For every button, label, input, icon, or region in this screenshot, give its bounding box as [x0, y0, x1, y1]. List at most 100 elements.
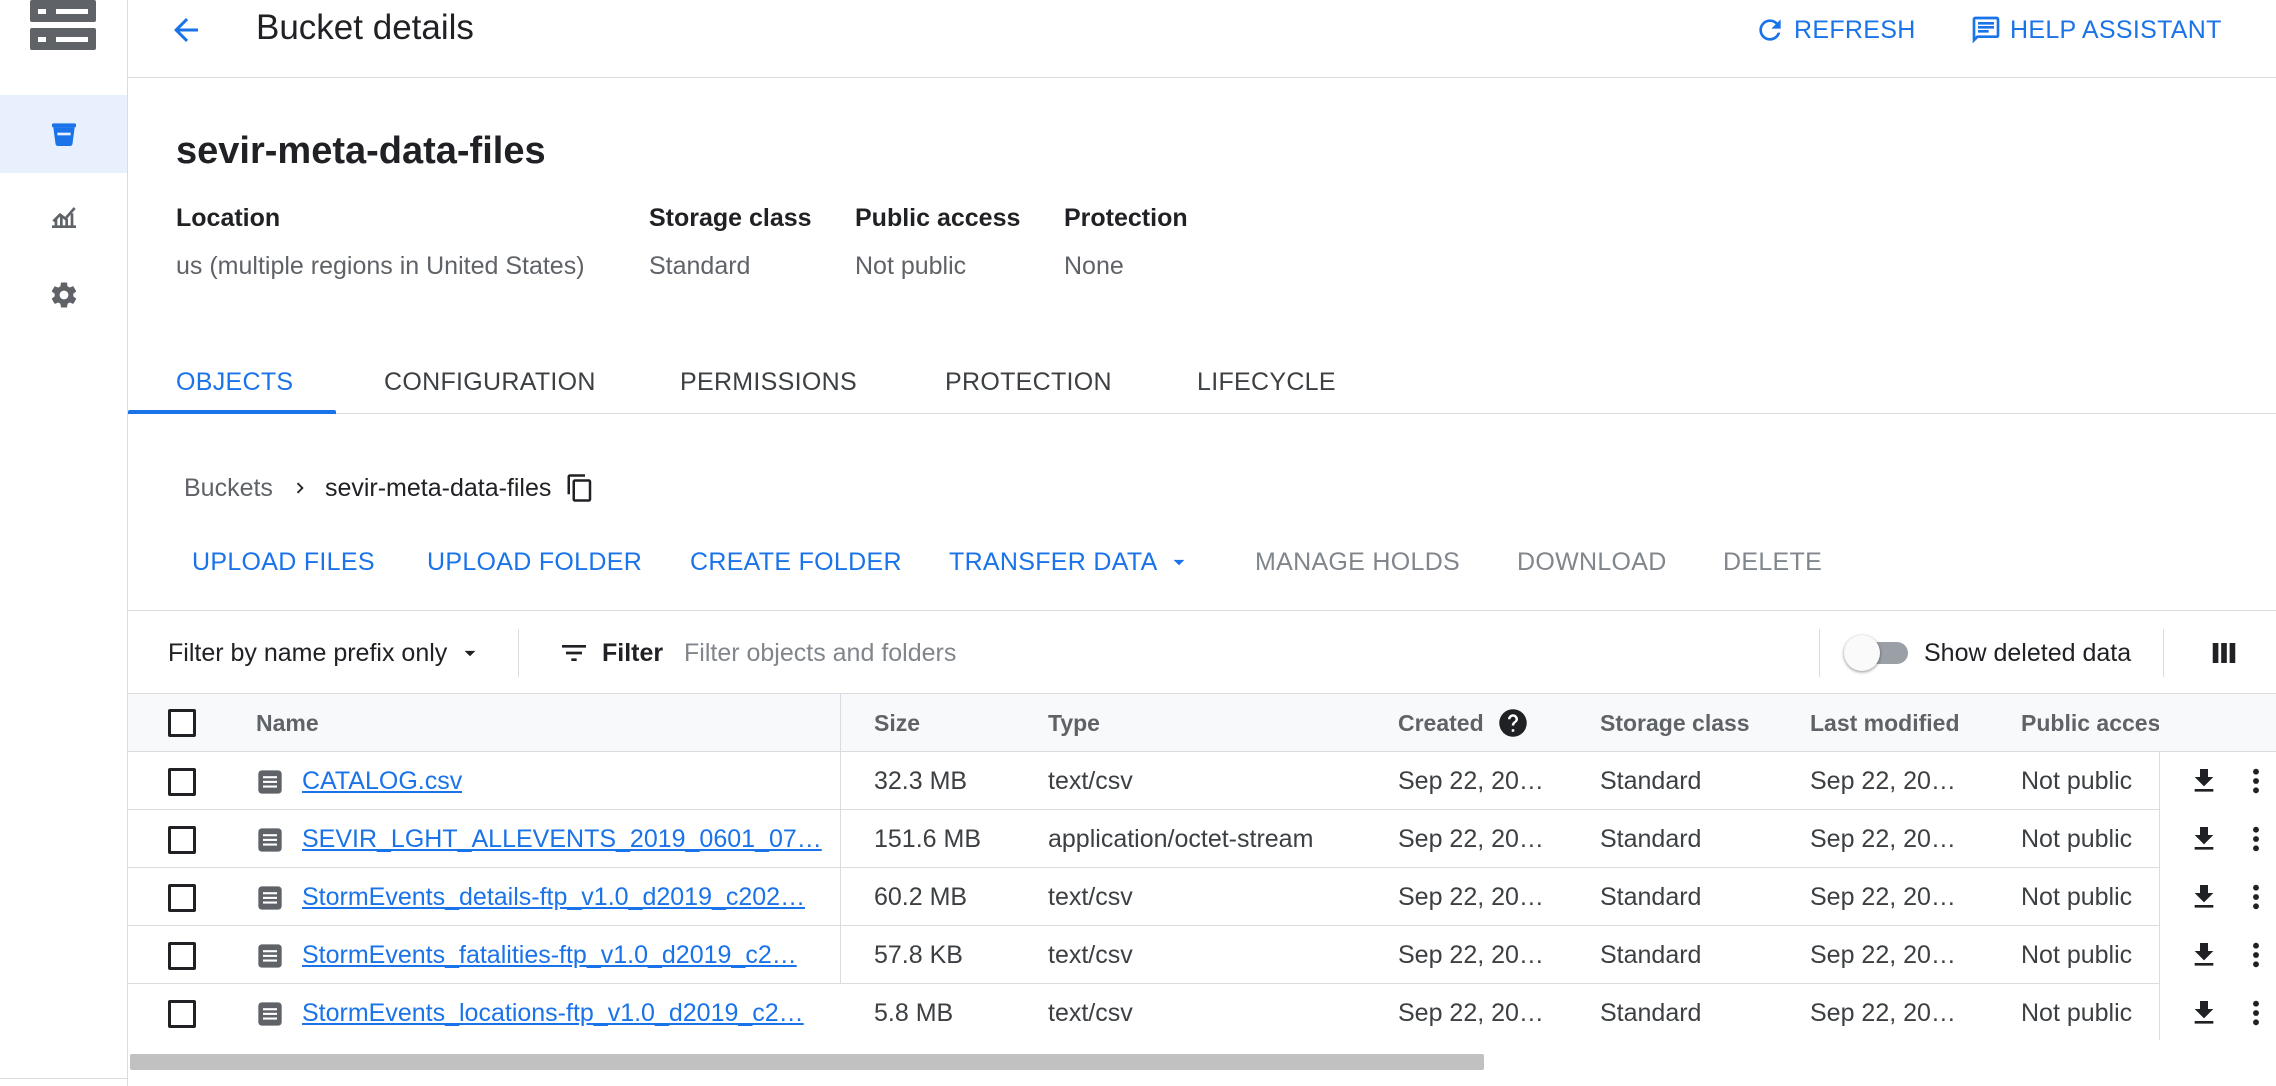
help-assistant-label: HELP ASSISTANT	[2010, 15, 2222, 44]
scrollbar-thumb[interactable]	[130, 1054, 1484, 1070]
object-name-link[interactable]: SEVIR_LGHT_ALLEVENTS_2019_0601_07…	[302, 810, 832, 868]
tab-label: LIFECYCLE	[1197, 367, 1336, 396]
more-vert-icon[interactable]	[2240, 939, 2272, 971]
cell-last-modified: Sep 22, 20…	[1810, 766, 1956, 795]
download-icon[interactable]	[2188, 881, 2220, 913]
cell-size: 57.8 KB	[874, 940, 963, 969]
left-nav-rail	[0, 0, 128, 1086]
column-header-created[interactable]: Created	[1398, 694, 1528, 752]
table-row: StormEvents_fatalities-ftp_v1.0_d2019_c2…	[128, 926, 2276, 984]
tab-lifecycle[interactable]: LIFECYCLE	[1197, 350, 1336, 414]
manage-holds-button[interactable]: MANAGE HOLDS	[1255, 540, 1460, 584]
column-header-size[interactable]: Size	[874, 694, 920, 752]
tab-objects[interactable]: OBJECTS	[176, 350, 293, 414]
column-header-name[interactable]: Name	[256, 694, 319, 752]
settings-icon	[51, 282, 76, 308]
more-vert-icon[interactable]	[2240, 765, 2272, 797]
tab-protection[interactable]: PROTECTION	[945, 350, 1112, 414]
table-horizontal-scrollbar[interactable]	[128, 1052, 2276, 1072]
column-header-created-label: Created	[1398, 709, 1484, 736]
cell-size: 60.2 MB	[874, 882, 968, 911]
object-name: StormEvents_details-ftp_v1.0_d2019_c202…	[302, 882, 806, 911]
column-display-options-button[interactable]	[2204, 633, 2244, 673]
download-icon[interactable]	[2188, 997, 2220, 1029]
cell-storage-class: Standard	[1600, 998, 1702, 1027]
object-name: SEVIR_LGHT_ALLEVENTS_2019_0601_07…	[302, 824, 822, 853]
tab-configuration[interactable]: CONFIGURATION	[384, 350, 596, 414]
back-button[interactable]	[164, 8, 208, 52]
delete-button[interactable]: DELETE	[1723, 540, 1822, 584]
nav-item-monitoring[interactable]	[0, 177, 127, 255]
file-icon	[258, 944, 282, 968]
cell-public-access: Not public	[2021, 824, 2133, 853]
column-header-storage-class[interactable]: Storage class	[1600, 694, 1750, 752]
toggle-knob	[1844, 635, 1880, 671]
row-checkbox[interactable]	[168, 768, 196, 796]
table-row: SEVIR_LGHT_ALLEVENTS_2019_0601_07… 151.6…	[128, 810, 2276, 868]
meta-label: Public access	[855, 204, 1021, 232]
download-icon[interactable]	[2188, 939, 2220, 971]
file-icon	[258, 828, 282, 852]
row-checkbox[interactable]	[168, 884, 196, 912]
more-vert-icon[interactable]	[2240, 823, 2272, 855]
column-header-public-access[interactable]: Public access	[2021, 694, 2159, 752]
select-all-checkbox[interactable]	[168, 709, 196, 737]
column-header-type[interactable]: Type	[1048, 694, 1100, 752]
row-checkbox[interactable]	[168, 1000, 196, 1028]
upload-folder-button[interactable]: UPLOAD FOLDER	[427, 540, 642, 584]
active-tab-indicator	[128, 410, 336, 414]
cell-created: Sep 22, 20…	[1398, 824, 1544, 853]
object-name-link[interactable]: StormEvents_details-ftp_v1.0_d2019_c202…	[302, 868, 832, 926]
cell-type: text/csv	[1048, 882, 1133, 911]
breadcrumb: Buckets sevir-meta-data-files	[184, 468, 595, 508]
filter-bar: Filter by name prefix only Filter Show d…	[128, 610, 2276, 694]
create-folder-button[interactable]: CREATE FOLDER	[690, 540, 902, 584]
file-icon	[258, 1002, 282, 1026]
cell-size: 5.8 MB	[874, 998, 954, 1027]
row-checkbox[interactable]	[168, 826, 196, 854]
page-header: Bucket details REFRESH HELP ASSISTANT	[128, 0, 2276, 78]
object-name: StormEvents_fatalities-ftp_v1.0_d2019_c2…	[302, 940, 797, 969]
filter-objects-input[interactable]	[684, 631, 1704, 675]
object-name-link[interactable]: StormEvents_fatalities-ftp_v1.0_d2019_c2…	[302, 926, 832, 984]
row-actions	[2160, 984, 2276, 1040]
prefix-filter-value: Filter by name prefix only	[168, 638, 448, 667]
upload-files-button[interactable]: UPLOAD FILES	[192, 540, 375, 584]
object-name-link[interactable]: CATALOG.csv	[302, 752, 832, 810]
transfer-data-button[interactable]: TRANSFER DATA	[949, 540, 1192, 584]
cell-public-access: Not public	[2021, 998, 2133, 1027]
refresh-button[interactable]: REFRESH	[1754, 10, 1916, 50]
download-icon[interactable]	[2188, 765, 2220, 797]
tab-permissions[interactable]: PERMISSIONS	[680, 350, 857, 414]
help-assistant-button[interactable]: HELP ASSISTANT	[1970, 10, 2222, 50]
cell-type: application/octet-stream	[1048, 824, 1314, 853]
prefix-filter-select[interactable]: Filter by name prefix only	[168, 611, 483, 695]
help-icon[interactable]	[1498, 708, 1528, 738]
object-name-link[interactable]: StormEvents_locations-ftp_v1.0_d2019_c2…	[302, 984, 832, 1040]
cell-last-modified: Sep 22, 20…	[1810, 998, 1956, 1027]
cell-type: text/csv	[1048, 998, 1133, 1027]
rail-divider	[0, 1078, 127, 1086]
row-checkbox[interactable]	[168, 942, 196, 970]
download-button[interactable]: DOWNLOAD	[1517, 540, 1667, 584]
row-actions	[2160, 752, 2276, 810]
file-icon	[258, 886, 282, 910]
download-icon[interactable]	[2188, 823, 2220, 855]
show-deleted-label: Show deleted data	[1924, 638, 2132, 667]
more-vert-icon[interactable]	[2240, 881, 2272, 913]
tab-label: PERMISSIONS	[680, 367, 857, 396]
cell-created: Sep 22, 20…	[1398, 998, 1544, 1027]
nav-item-settings[interactable]	[0, 256, 127, 334]
breadcrumb-buckets-link[interactable]: Buckets	[184, 474, 273, 503]
column-header-last-modified[interactable]: Last modified	[1810, 694, 1960, 752]
copy-icon[interactable]	[565, 473, 595, 503]
filter-button[interactable]: Filter	[558, 611, 663, 695]
nav-item-buckets[interactable]	[0, 95, 127, 173]
cell-storage-class: Standard	[1600, 940, 1702, 969]
divider	[1819, 629, 1820, 677]
show-deleted-toggle[interactable]	[1838, 635, 1914, 671]
storage-logo-icon[interactable]	[30, 0, 96, 52]
more-vert-icon[interactable]	[2240, 997, 2272, 1029]
cell-last-modified: Sep 22, 20…	[1810, 940, 1956, 969]
objects-table: Name Size Type Created Storage class Las…	[128, 694, 2276, 1040]
